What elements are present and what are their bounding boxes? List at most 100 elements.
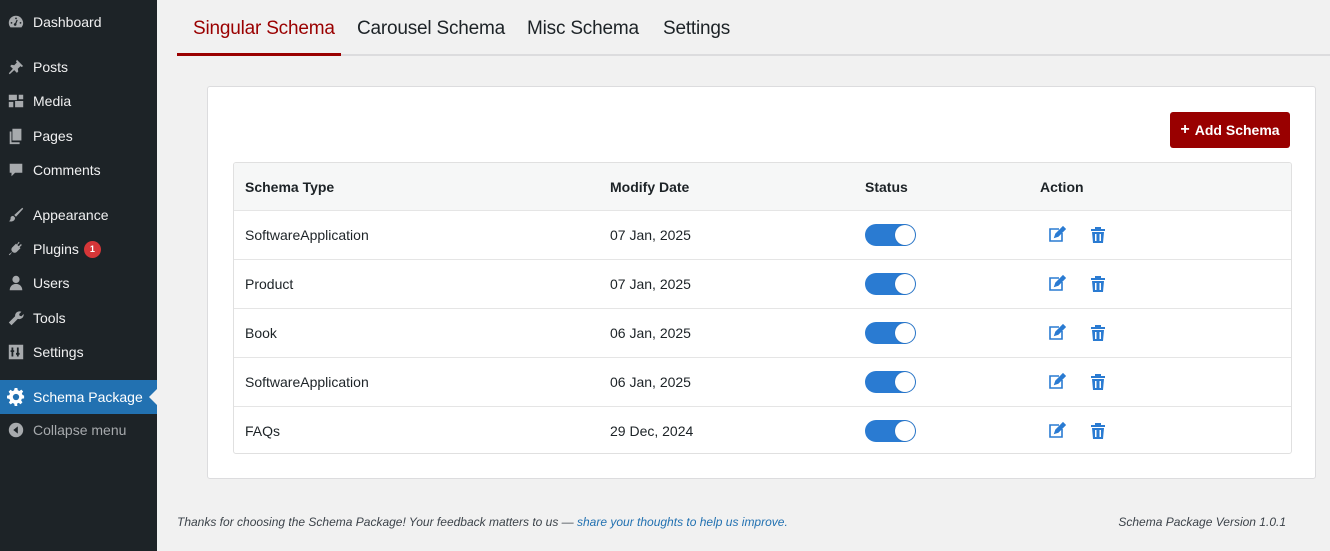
media-icon: [6, 91, 26, 111]
status-toggle[interactable]: [865, 224, 916, 246]
sidebar-item-schema-package[interactable]: Schema Package: [0, 380, 157, 414]
column-header-status: Status: [865, 178, 908, 195]
feedback-link[interactable]: share your thoughts to help us improve.: [577, 515, 788, 529]
schema-type-cell: Book: [245, 325, 277, 341]
schema-type-cell: FAQs: [245, 423, 281, 439]
table-row: SoftwareApplication 06 Jan, 2025: [234, 357, 1291, 406]
sidebar-item-tools[interactable]: Tools: [0, 301, 157, 335]
tab-misc-schema[interactable]: Misc Schema: [527, 18, 639, 54]
table-row: Book 06 Jan, 2025: [234, 308, 1291, 357]
collapse-icon: [6, 420, 26, 440]
admin-sidebar: Dashboard Posts Media Pages Comments App…: [0, 0, 157, 551]
dashboard-icon: [6, 12, 26, 32]
comment-icon: [6, 160, 26, 180]
modify-date-cell: 29 Dec, 2024: [610, 423, 694, 439]
footer-thanks-text: Thanks for choosing the Schema Package! …: [177, 515, 577, 529]
plug-icon: [6, 239, 26, 259]
edit-icon[interactable]: [1045, 224, 1067, 246]
column-header-action: Action: [1040, 178, 1084, 195]
sidebar-item-media[interactable]: Media: [0, 84, 157, 118]
modify-date-cell: 06 Jan, 2025: [610, 325, 691, 341]
action-cell: [1040, 358, 1109, 406]
add-schema-button[interactable]: + Add Schema: [1170, 112, 1290, 148]
sidebar-item-label: Posts: [33, 59, 69, 75]
user-icon: [6, 273, 26, 293]
status-cell: [865, 309, 916, 357]
toggle-knob: [895, 372, 915, 392]
sidebar-item-label: Media: [33, 93, 72, 109]
sidebar-item-label: Collapse menu: [33, 422, 127, 438]
modify-date-cell: 07 Jan, 2025: [610, 276, 691, 292]
status-toggle[interactable]: [865, 273, 916, 295]
schema-tabs: Singular Schema Carousel Schema Misc Sch…: [177, 0, 1330, 56]
sidebar-item-label: Dashboard: [33, 14, 102, 30]
edit-icon[interactable]: [1045, 322, 1067, 344]
trash-icon[interactable]: [1087, 273, 1109, 295]
action-cell: [1040, 260, 1109, 308]
action-cell: [1040, 309, 1109, 357]
status-cell: [865, 407, 916, 453]
schema-table: Schema Type Modify Date Status Action So…: [233, 162, 1292, 454]
sidebar-item-appearance[interactable]: Appearance: [0, 198, 157, 232]
tab-carousel-schema[interactable]: Carousel Schema: [357, 18, 505, 54]
collapse-menu-button[interactable]: Collapse menu: [0, 413, 157, 447]
add-schema-label: Add Schema: [1194, 122, 1280, 138]
trash-icon[interactable]: [1087, 371, 1109, 393]
toggle-knob: [895, 323, 915, 343]
table-header-row: Schema Type Modify Date Status Action: [234, 163, 1291, 210]
toggle-knob: [895, 225, 915, 245]
toggle-knob: [895, 421, 915, 441]
trash-icon[interactable]: [1087, 322, 1109, 344]
sidebar-item-label: Pages: [33, 128, 73, 144]
column-header-schema-type: Schema Type: [245, 178, 335, 195]
tab-singular-schema[interactable]: Singular Schema: [193, 18, 335, 54]
sidebar-item-label: Appearance: [33, 207, 109, 223]
brush-icon: [6, 205, 26, 225]
sidebar-item-label: Comments: [33, 162, 101, 178]
tab-settings[interactable]: Settings: [663, 18, 730, 54]
trash-icon[interactable]: [1087, 224, 1109, 246]
sidebar-item-comments[interactable]: Comments: [0, 153, 157, 187]
modify-date-cell: 07 Jan, 2025: [610, 227, 691, 243]
table-row: FAQs 29 Dec, 2024: [234, 406, 1291, 453]
gear-icon: [6, 387, 26, 407]
status-cell: [865, 211, 916, 259]
pages-icon: [6, 126, 26, 146]
schema-type-cell: SoftwareApplication: [245, 374, 369, 390]
sidebar-item-dashboard[interactable]: Dashboard: [0, 5, 157, 39]
sidebar-item-plugins[interactable]: Plugins 1: [0, 232, 157, 266]
edit-icon[interactable]: [1045, 420, 1067, 442]
edit-icon[interactable]: [1045, 273, 1067, 295]
trash-icon[interactable]: [1087, 420, 1109, 442]
toggle-knob: [895, 274, 915, 294]
table-row: Product 07 Jan, 2025: [234, 259, 1291, 308]
status-cell: [865, 260, 916, 308]
sidebar-item-settings[interactable]: Settings: [0, 335, 157, 369]
footer-feedback: Thanks for choosing the Schema Package! …: [177, 515, 788, 529]
plus-icon: +: [1180, 121, 1190, 138]
sidebar-item-label: Users: [33, 275, 70, 291]
table-row: SoftwareApplication 07 Jan, 2025: [234, 210, 1291, 259]
sliders-icon: [6, 342, 26, 362]
schema-type-cell: Product: [245, 276, 294, 292]
sidebar-item-label: Settings: [33, 344, 84, 360]
status-toggle[interactable]: [865, 371, 916, 393]
schema-list-card: + Add Schema Schema Type Modify Date Sta…: [207, 86, 1316, 479]
sidebar-item-label: Schema Package: [33, 389, 143, 405]
status-toggle[interactable]: [865, 420, 916, 442]
sidebar-item-pages[interactable]: Pages: [0, 119, 157, 153]
column-header-modify-date: Modify Date: [610, 178, 690, 195]
schema-type-cell: SoftwareApplication: [245, 227, 369, 243]
active-tab-indicator: [177, 53, 341, 56]
modify-date-cell: 06 Jan, 2025: [610, 374, 691, 390]
edit-icon[interactable]: [1045, 371, 1067, 393]
sidebar-item-label: Tools: [33, 310, 66, 326]
pin-icon: [6, 57, 26, 77]
action-cell: [1040, 211, 1109, 259]
wrench-icon: [6, 308, 26, 328]
status-cell: [865, 358, 916, 406]
sidebar-item-posts[interactable]: Posts: [0, 50, 157, 84]
status-toggle[interactable]: [865, 322, 916, 344]
sidebar-item-users[interactable]: Users: [0, 266, 157, 300]
plugin-update-badge: 1: [83, 240, 101, 258]
